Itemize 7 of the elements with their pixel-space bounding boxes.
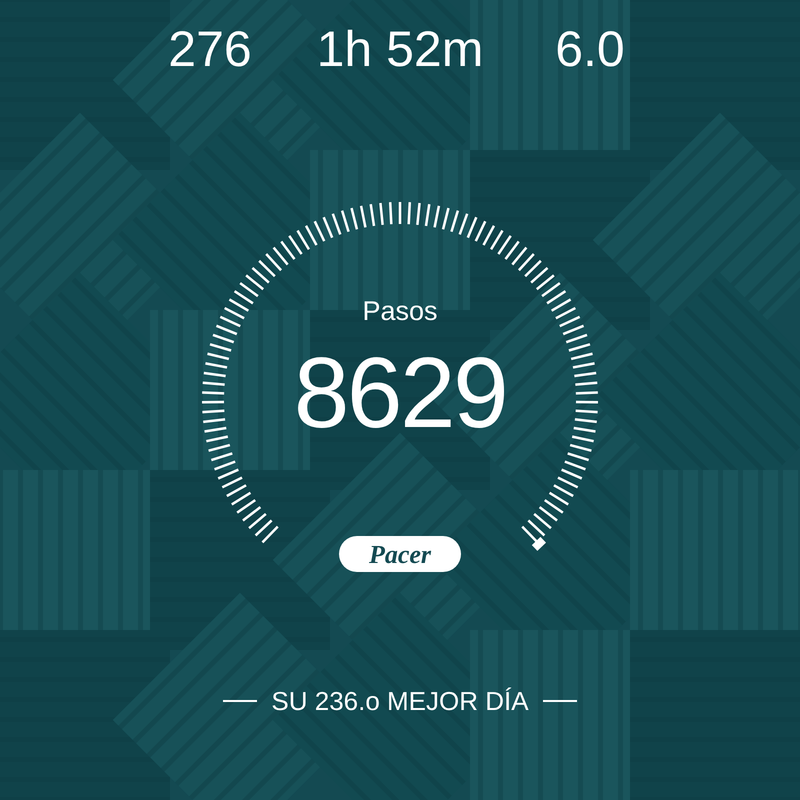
steps-count: 8629	[294, 343, 506, 443]
stat-value: 6.0	[555, 24, 625, 74]
stat-value: 276	[168, 24, 252, 74]
steps-label: Pasos	[362, 298, 438, 325]
stat-value: 1h 52m	[316, 24, 484, 74]
brand-logo: Pacer	[339, 536, 461, 572]
best-day-text: SU 236.o MEJOR DÍA	[271, 688, 529, 714]
